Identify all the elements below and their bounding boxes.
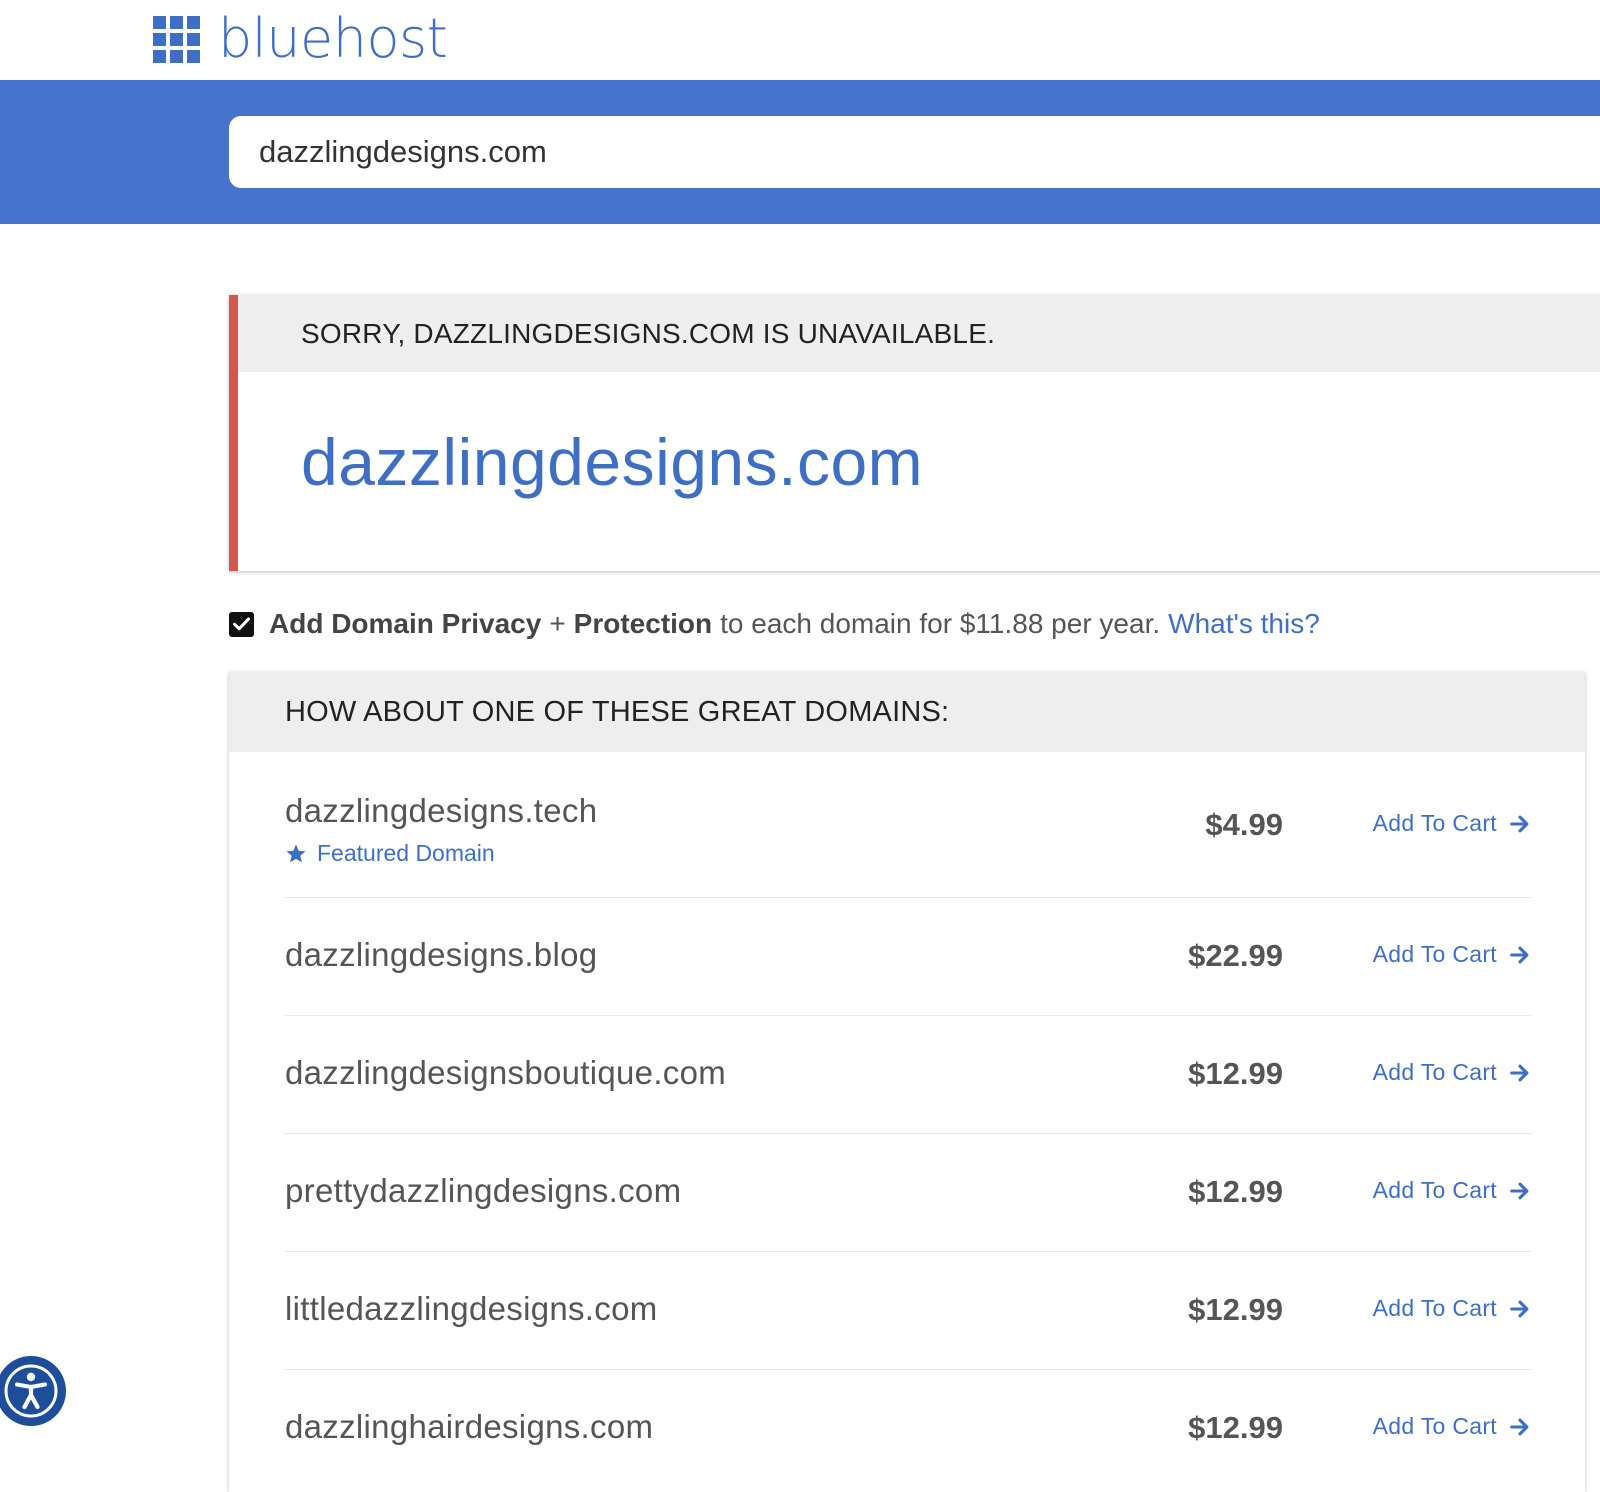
suggestion-domain: dazzlingdesigns.blog [285,936,598,973]
add-to-cart-label: Add To Cart [1372,941,1497,967]
privacy-plus: + [549,608,566,639]
privacy-text: to each domain for $11.88 per year. [720,608,1161,639]
accessibility-button[interactable] [0,1356,66,1426]
add-to-cart-button[interactable]: Add To Cart [1373,1059,1531,1086]
add-to-cart-label: Add To Cart [1372,1059,1497,1085]
arrow-right-icon [1510,1418,1529,1435]
suggestion-price: $12.99 [1188,1056,1283,1091]
suggestions-title: HOW ABOUT ONE OF THESE GREAT DOMAINS: [229,672,1585,752]
whats-this-link[interactable]: What's this? [1168,608,1320,640]
arrow-right-icon [1510,946,1529,963]
privacy-checkbox[interactable] [229,611,254,637]
suggestion-domain: littledazzlingdesigns.com [285,1290,658,1327]
privacy-label-bold-1: Add Domain Privacy [269,608,542,639]
featured-domain-badge: Featured Domain [285,840,495,867]
top-bar: bluehost [0,0,1600,80]
suggestion-row: dazzlingdesigns.tech Featured Domain $4.… [285,752,1531,898]
add-to-cart-button[interactable]: Add To Cart [1373,1295,1531,1322]
suggestion-row: littledazzlingdesigns.com $12.99 Add To … [285,1252,1531,1370]
suggestions-list: dazzlingdesigns.tech Featured Domain $4.… [285,752,1531,1488]
logo-text: bluehost [218,7,448,70]
unavailable-domain-card: SORRY, DAZZLINGDESIGNS.COM IS UNAVAILABL… [229,295,1600,571]
arrow-right-icon [1510,1182,1529,1199]
suggestion-row: prettydazzlingdesigns.com $12.99 Add To … [285,1134,1531,1252]
checkmark-icon [233,617,250,631]
arrow-right-icon [1510,1064,1529,1081]
add-to-cart-label: Add To Cart [1372,810,1497,836]
add-to-cart-button[interactable]: Add To Cart [1373,1413,1531,1440]
suggestion-price: $12.99 [1188,1174,1283,1209]
unavailable-message: SORRY, DAZZLINGDESIGNS.COM IS UNAVAILABL… [238,295,1600,372]
suggestion-price: $12.99 [1188,1410,1283,1445]
suggestion-domain: dazzlingdesignsboutique.com [285,1054,727,1091]
star-icon [286,843,306,862]
add-to-cart-button[interactable]: Add To Cart [1373,1177,1531,1204]
search-band [0,80,1600,224]
suggestion-price: $22.99 [1188,938,1283,973]
arrow-right-icon [1510,1300,1529,1317]
add-to-cart-label: Add To Cart [1372,1177,1497,1203]
privacy-label-bold-2: Protection [573,608,713,639]
suggestion-price: $12.99 [1188,1292,1283,1327]
suggestions-card: HOW ABOUT ONE OF THESE GREAT DOMAINS: da… [229,672,1585,1492]
suggestion-domain: dazzlingdesigns.tech [285,792,598,829]
privacy-option: Add Domain Privacy + Protection to each … [229,604,1320,644]
suggestion-price: $4.99 [1205,807,1283,842]
suggestion-row: dazzlingdesigns.blog $22.99 Add To Cart [285,898,1531,1016]
add-to-cart-label: Add To Cart [1372,1295,1497,1321]
accessibility-icon [4,1364,58,1418]
suggestion-row: dazzlingdesignsboutique.com $12.99 Add T… [285,1016,1531,1134]
add-to-cart-button[interactable]: Add To Cart [1373,810,1531,837]
grid-logo-icon [153,15,200,63]
domain-search-input[interactable] [229,116,1600,188]
add-to-cart-button[interactable]: Add To Cart [1373,941,1531,968]
add-to-cart-label: Add To Cart [1372,1413,1497,1439]
arrow-right-icon [1510,815,1529,832]
unavailable-domain-name: dazzlingdesigns.com [301,425,924,499]
suggestion-row: dazzlinghairdesigns.com $12.99 Add To Ca… [285,1370,1531,1488]
bluehost-logo[interactable]: bluehost [153,7,448,70]
featured-label: Featured Domain [317,840,495,866]
suggestion-domain: dazzlinghairdesigns.com [285,1408,654,1445]
suggestion-domain: prettydazzlingdesigns.com [285,1172,682,1209]
